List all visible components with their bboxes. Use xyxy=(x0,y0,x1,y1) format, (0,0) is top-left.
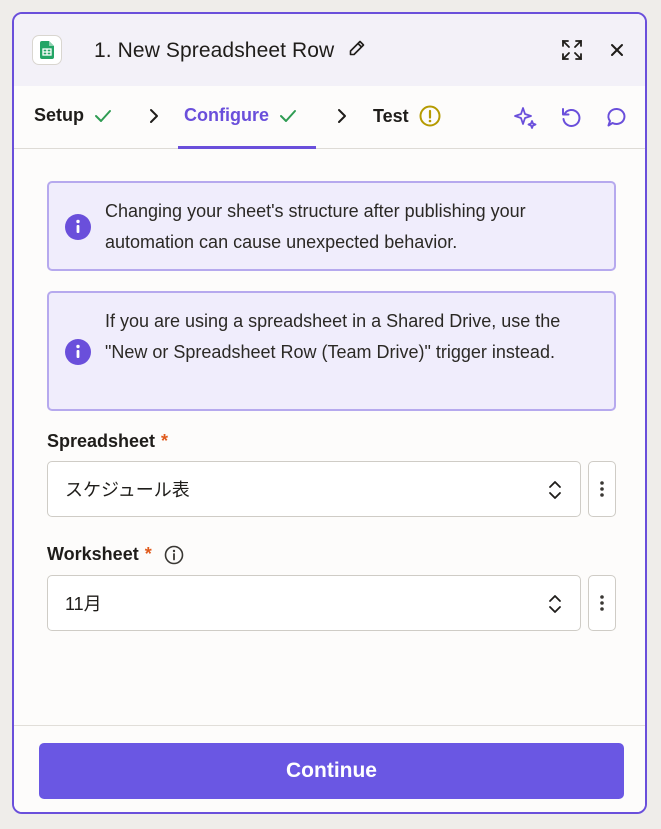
chevron-right-icon xyxy=(150,109,158,123)
comment-icon[interactable] xyxy=(604,104,630,130)
alert-text: Changing your sheet's structure after pu… xyxy=(105,201,526,252)
tab-setup[interactable]: Setup xyxy=(34,105,112,126)
expand-icon[interactable] xyxy=(560,38,584,62)
tab-test-label: Test xyxy=(373,105,409,126)
info-icon xyxy=(65,214,91,240)
required-marker: * xyxy=(161,431,169,451)
spreadsheet-more-button[interactable] xyxy=(588,461,616,517)
info-icon xyxy=(65,339,91,365)
spreadsheet-select[interactable]: スケジュール表 xyxy=(47,461,581,517)
info-outline-icon[interactable] xyxy=(164,545,184,565)
alert-text: If you are using a spreadsheet in a Shar… xyxy=(105,311,561,362)
google-sheets-icon xyxy=(32,35,62,65)
continue-button[interactable]: Continue xyxy=(39,743,624,799)
worksheet-label: Worksheet * xyxy=(47,544,184,565)
sparkle-icon[interactable] xyxy=(512,104,538,130)
required-marker: * xyxy=(144,544,152,564)
spreadsheet-label-text: Spreadsheet xyxy=(47,431,156,451)
spreadsheet-select-value: スケジュール表 xyxy=(65,480,190,500)
panel-header: 1. New Spreadsheet Row xyxy=(14,14,645,86)
chevron-right-icon xyxy=(338,109,346,123)
info-alert-shared-drive: If you are using a spreadsheet in a Shar… xyxy=(47,291,616,411)
worksheet-more-button[interactable] xyxy=(588,575,616,631)
chevron-up-down-icon xyxy=(549,481,561,499)
worksheet-select[interactable]: 11月 xyxy=(47,575,581,631)
step-tabs: Setup Configure Test xyxy=(14,86,645,149)
check-icon xyxy=(95,109,112,122)
tab-setup-label: Setup xyxy=(34,105,85,125)
step-title-text: 1. New Spreadsheet Row xyxy=(94,39,335,62)
warning-icon xyxy=(419,105,441,127)
step-editor-panel: 1. New Spreadsheet Row Setup Configure T… xyxy=(12,12,647,814)
chevron-up-down-icon xyxy=(549,595,561,613)
tab-test[interactable]: Test xyxy=(373,105,441,127)
spreadsheet-label: Spreadsheet * xyxy=(47,431,168,452)
check-icon xyxy=(280,109,296,122)
undo-icon[interactable] xyxy=(558,104,584,130)
more-vertical-icon xyxy=(600,481,604,497)
step-title[interactable]: 1. New Spreadsheet Row xyxy=(94,38,366,64)
worksheet-label-text: Worksheet xyxy=(47,544,139,564)
tab-configure[interactable]: Configure xyxy=(184,105,297,126)
tab-configure-label: Configure xyxy=(184,105,269,125)
close-icon[interactable] xyxy=(605,38,629,62)
info-alert-structure: Changing your sheet's structure after pu… xyxy=(47,181,616,271)
pencil-icon[interactable] xyxy=(348,38,366,64)
worksheet-select-value: 11月 xyxy=(65,594,102,614)
active-tab-indicator xyxy=(178,146,316,149)
more-vertical-icon xyxy=(600,595,604,611)
